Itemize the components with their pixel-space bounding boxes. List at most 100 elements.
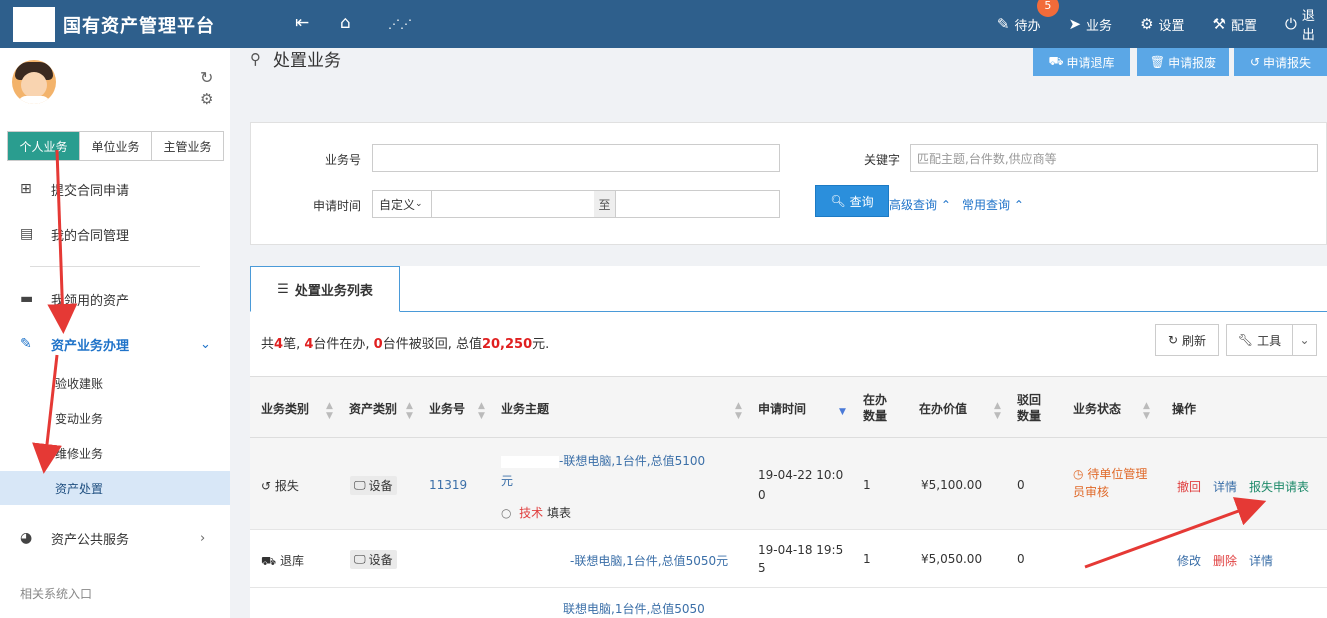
tab-disposal-list[interactable]: ☰ 处置业务列表 xyxy=(250,266,400,312)
apply-loss-label: 申请报失 xyxy=(1263,55,1312,70)
sidebar-tabs: 个人业务 单位业务 主管业务 xyxy=(7,131,224,161)
col-subject[interactable]: 业务主题 xyxy=(501,377,549,439)
monitor-icon: 🖵︎ xyxy=(354,552,366,566)
start-date-input[interactable] xyxy=(431,190,595,218)
biz-no-input[interactable] xyxy=(372,144,780,172)
asset-type-label: 设备 xyxy=(368,553,393,567)
home-icon[interactable]: ⌂ xyxy=(340,13,351,33)
summary-text: 笔, xyxy=(283,337,305,352)
tab-supervisor[interactable]: 主管业务 xyxy=(152,132,223,160)
col-rejected[interactable]: 驳回数量 xyxy=(1017,377,1047,439)
sort-desc-icon[interactable]: ▼ xyxy=(839,407,846,417)
common-query-link[interactable]: 常用查询 ⌃ xyxy=(962,196,1024,213)
row-subject-link[interactable]: 联想电脑,1台件,总值5050 xyxy=(563,600,705,617)
row-count: 1 xyxy=(863,552,871,566)
table-header: 业务类别 ▲ ▼ 资产类别 ▲ ▼ 业务号 ▲ ▼ 业务主题 ▲ ▼ 申请时间 ▼ 在办… xyxy=(250,376,1327,438)
avatar[interactable] xyxy=(12,60,56,104)
time-range-select[interactable]: 自定义 ⌄ xyxy=(372,190,432,218)
send-icon: ➤ xyxy=(1068,15,1082,33)
detail-link[interactable]: 详情 xyxy=(1213,478,1237,495)
tab-unit[interactable]: 单位业务 xyxy=(80,132,152,160)
sidebar-item-public-service[interactable]: ◕ 资产公共服务 › xyxy=(0,520,230,556)
tools-button[interactable]: 🔧︎ 工具 ⌄ xyxy=(1226,324,1317,356)
sidebar-item-my-assets[interactable]: ▬ 我领用的资产 xyxy=(0,281,230,317)
handler-action: 填表 xyxy=(546,506,571,520)
wrench-icon: 🔧︎ xyxy=(1237,333,1254,347)
sidebar-subitem-label: 资产处置 xyxy=(55,481,104,496)
tab-personal[interactable]: 个人业务 xyxy=(8,132,80,160)
sort-icon[interactable]: ▲ ▼ xyxy=(326,401,333,421)
gear-icon[interactable]: ⚙ xyxy=(200,90,213,108)
query-button[interactable]: 🔍︎ 查询 xyxy=(815,185,889,217)
row-subject-link[interactable]: -联想电脑,1台件,总值5050元 xyxy=(570,552,728,569)
todo-count-badge: 5 xyxy=(1036,0,1059,17)
sidebar-item-submit-contract[interactable]: ⊞ 提交合同申请 xyxy=(0,171,230,207)
handler-name[interactable]: 技术 xyxy=(519,506,543,520)
sidebar-item-asset-business[interactable]: ✎ 资产业务办理 ⌄ xyxy=(0,326,230,362)
sort-icon[interactable]: ▲ ▼ xyxy=(478,401,485,421)
sort-icon[interactable]: ▲ ▼ xyxy=(1143,401,1150,421)
col-asset-type[interactable]: 资产类别 xyxy=(349,377,397,439)
chevron-up-icon: ⌃ xyxy=(1013,198,1024,212)
sidebar-item-label: 资产公共服务 xyxy=(51,532,130,548)
top-bar: 国有资产管理平台 ⇤ ⌂ ⋰⋰ ✎ 待办 5 ➤ 业务 ⚙ 设置 ⚒ 配置 ⏻ … xyxy=(0,0,1327,48)
col-value[interactable]: 在办价值 xyxy=(919,377,967,439)
detail-link[interactable]: 详情 xyxy=(1249,552,1273,569)
grid-dots-icon[interactable]: ⋰⋰ xyxy=(388,17,412,31)
col-biz-no[interactable]: 业务号 xyxy=(429,377,465,439)
truck-icon: ⛟ xyxy=(1048,54,1064,68)
apply-scrap-button[interactable]: 🗑 申请报废 xyxy=(1137,48,1229,76)
settings-button[interactable]: ⚙ 设置 xyxy=(1140,15,1184,34)
sidebar-subitem-disposal[interactable]: 资产处置 xyxy=(0,471,230,505)
advanced-query-link[interactable]: 高级查询 ⌃ xyxy=(889,196,951,213)
end-date-input[interactable] xyxy=(615,190,780,218)
row-biz-no-link[interactable]: 11319 xyxy=(429,478,467,492)
to-label: 至 xyxy=(594,190,615,218)
sidebar-subitem-acceptance[interactable]: 验收建账 xyxy=(0,366,230,400)
col-category[interactable]: 业务类别 xyxy=(261,377,309,439)
advanced-query-label: 高级查询 xyxy=(889,198,938,212)
apply-time-label: 申请时间 xyxy=(313,199,362,213)
sort-icon[interactable]: ▲ ▼ xyxy=(406,401,413,421)
sort-icon[interactable]: ▲ ▼ xyxy=(994,401,1001,421)
config-button[interactable]: ⚒ 配置 xyxy=(1213,15,1257,34)
summary-total: 4 xyxy=(274,337,284,352)
row-subject-link[interactable]: -联想电脑,1台件,总值5100 元 xyxy=(501,451,716,491)
summary-text: 共 xyxy=(261,337,275,352)
time-line: 0 xyxy=(758,488,766,502)
sidebar-subitem-change[interactable]: 变动业务 xyxy=(0,401,230,435)
col-count[interactable]: 在办数量 xyxy=(863,377,893,439)
row-value: ¥5,100.00 xyxy=(921,478,983,492)
sidebar-subitem-repair[interactable]: 维修业务 xyxy=(0,436,230,470)
row-apply-time: 19-04-22 10:0 0 xyxy=(758,465,843,505)
loss-report-form-link[interactable]: 报失申请表 xyxy=(1249,478,1309,495)
row-category: ↺ 报失 xyxy=(261,477,299,494)
collapse-sidebar-icon[interactable]: ⇤ xyxy=(295,13,309,33)
sidebar-item-my-contracts[interactable]: ▤ 我的合同管理 xyxy=(0,216,230,252)
apply-loss-button[interactable]: ↺ 申请报失 xyxy=(1234,48,1327,76)
refresh-icon[interactable]: ↻ xyxy=(200,68,213,87)
logout-button[interactable]: ⏻ 退出 xyxy=(1285,5,1327,43)
edit-link[interactable]: 修改 xyxy=(1177,552,1201,569)
sidebar-item-label: 提交合同申请 xyxy=(51,183,130,199)
todo-button[interactable]: ✎ 待办 5 xyxy=(997,0,1059,34)
business-button[interactable]: ➤ 业务 xyxy=(1068,15,1112,34)
list-icon: ☰ xyxy=(277,281,289,297)
revoke-link[interactable]: 撤回 xyxy=(1177,478,1201,495)
sort-icon[interactable]: ▲ ▼ xyxy=(735,401,742,421)
refresh-icon: ↻ xyxy=(1167,333,1179,347)
col-apply-time[interactable]: 申请时间 xyxy=(758,377,806,439)
tools-main[interactable]: 🔧︎ 工具 xyxy=(1227,325,1293,355)
chevron-down-icon[interactable]: ⌄ xyxy=(1293,333,1316,347)
col-status[interactable]: 业务状态 xyxy=(1073,377,1121,439)
time-line: 5 xyxy=(758,561,766,575)
subject-line: -联想电脑,1台件,总值5100 xyxy=(559,454,706,468)
apply-return-label: 申请退库 xyxy=(1066,55,1115,70)
keyword-input[interactable]: 匹配主题,台件数,供应商等 xyxy=(910,144,1318,172)
delete-link[interactable]: 删除 xyxy=(1213,552,1237,569)
row-rejected: 0 xyxy=(1017,552,1025,566)
refresh-button[interactable]: ↻ 刷新 xyxy=(1155,324,1219,356)
sidebar: ↻ ⚙ 个人业务 单位业务 主管业务 ⊞ 提交合同申请 ▤ 我的合同管理 ▬ 我… xyxy=(0,48,230,618)
apply-return-button[interactable]: ⛟ 申请退库 xyxy=(1033,48,1130,76)
summary-text: 台件被驳回, 总值 xyxy=(382,337,482,352)
